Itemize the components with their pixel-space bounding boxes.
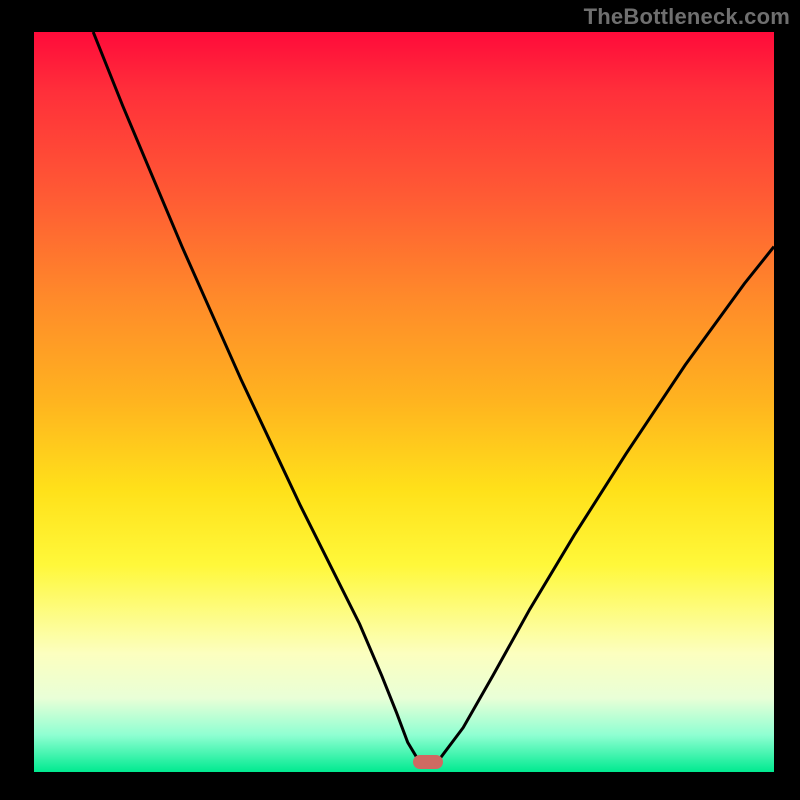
bottleneck-marker	[413, 755, 443, 769]
chart-frame: TheBottleneck.com	[0, 0, 800, 800]
plot-background-gradient	[34, 32, 774, 772]
plot-container	[34, 32, 774, 772]
watermark-text: TheBottleneck.com	[584, 4, 790, 30]
